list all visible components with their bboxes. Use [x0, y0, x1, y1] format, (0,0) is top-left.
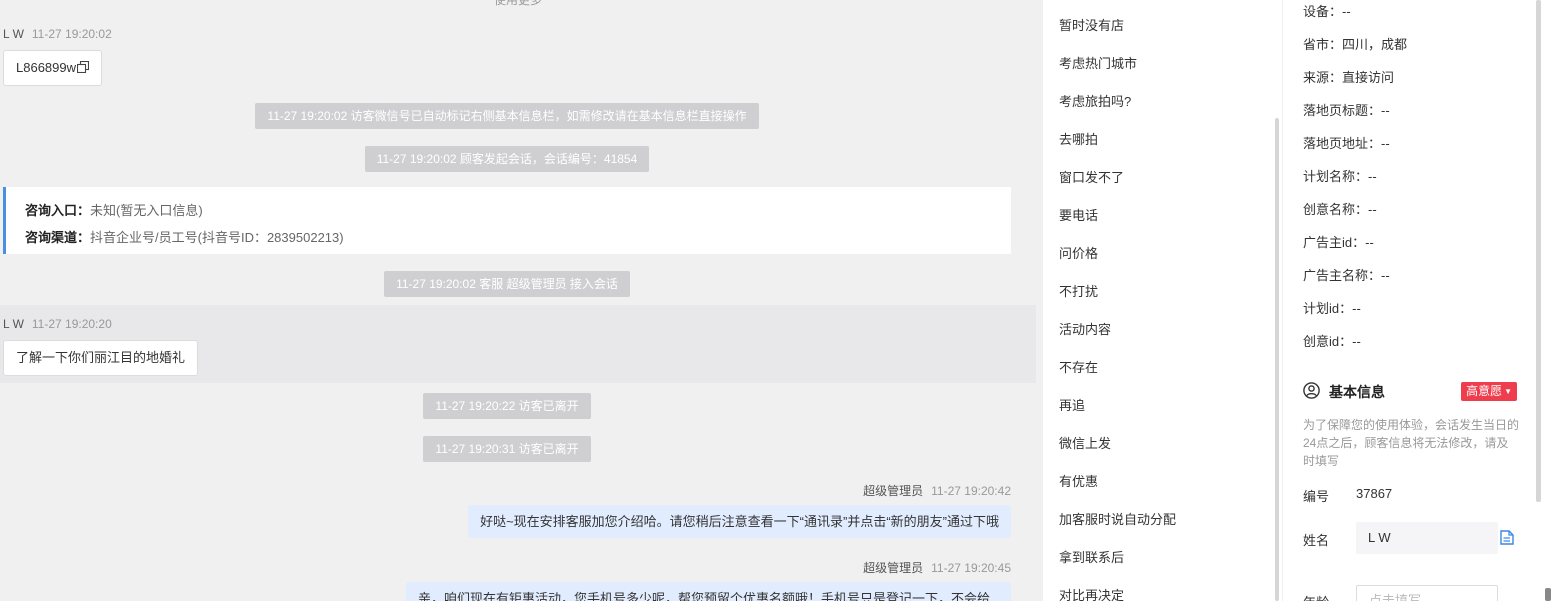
info-row-creative-name: 创意名称：-- [1303, 202, 1377, 217]
quick-reply-item[interactable]: 要电话 [1059, 205, 1098, 224]
id-value: 37867 [1356, 486, 1393, 501]
customer-info-panel: 设备：-- 省市：四川，成都 来源：直接访问 落地页标题：-- 落地页地址：--… [1283, 0, 1554, 601]
copy-icon[interactable] [77, 61, 89, 73]
info-row-landing-url: 落地页地址：-- [1303, 136, 1390, 151]
name-label: 姓名 [1303, 533, 1330, 548]
quick-reply-item[interactable]: 考虑旅拍吗? [1059, 91, 1131, 110]
info-row-landing-title: 落地页标题：-- [1303, 103, 1390, 118]
info-scrollbar[interactable] [1536, 0, 1541, 502]
info-row-source: 来源：直接访问 [1303, 70, 1395, 85]
message-text: 亲，咱们现在有钜惠活动，您手机号多少呢，帮您预留个优惠名额哦！手机号只是登记一下… [418, 591, 991, 601]
sender-name: 超级管理员 [863, 561, 924, 575]
age-field[interactable]: 点击填写 [1356, 585, 1498, 601]
quick-reply-item[interactable]: 不存在 [1059, 357, 1098, 376]
system-notice: 11-27 19:20:02 访客微信号已自动标记右侧基本信息栏，如需修改请在基… [0, 103, 1014, 129]
sender-name: L W [3, 317, 24, 331]
load-more-hint[interactable]: 使用更多 [0, 0, 1036, 8]
quick-reply-item[interactable]: 对比再决定 [1059, 585, 1124, 601]
basic-info-header: 基本信息 高意愿 ▼ [1303, 381, 1517, 401]
visitor-message[interactable]: L866899w [3, 50, 102, 86]
quick-reply-item[interactable]: 问价格 [1059, 243, 1098, 262]
quick-reply-item[interactable]: 考虑热门城市 [1059, 53, 1137, 72]
user-circle-icon [1303, 382, 1320, 399]
info-row-plan-id: 计划id：-- [1303, 301, 1361, 316]
message-meta: L W 11-27 19:20:20 [3, 317, 112, 331]
message-meta: 超级管理员 11-27 19:20:45 [863, 559, 1011, 576]
quick-reply-item[interactable]: 暂时没有店 [1059, 15, 1124, 34]
info-row-plan-name: 计划名称：-- [1303, 169, 1377, 184]
entry-info-card: 咨询入口：未知(暂无入口信息) 咨询渠道：抖音企业号/员工号(抖音号ID：283… [3, 187, 1011, 254]
message-meta: L W 11-27 19:20:02 [3, 27, 112, 41]
basic-info-title: 基本信息 [1329, 384, 1385, 400]
quick-reply-item[interactable]: 微信上发 [1059, 433, 1111, 452]
quick-reply-item[interactable]: 拿到联系后 [1059, 547, 1124, 566]
quick-reply-item[interactable]: 再追 [1059, 395, 1085, 414]
channel-row: 咨询渠道：抖音企业号/员工号(抖音号ID：2839502213) [25, 230, 344, 245]
age-label: 年龄 [1303, 592, 1329, 601]
message-text: 好哒~现在安排客服加您介绍哈。请您稍后注意查看一下“通讯录”并点击“新的朋友”通… [480, 514, 999, 529]
system-notice: 11-27 19:20:02 客服 超级管理员 接入会话 [0, 271, 1014, 297]
quick-reply-item[interactable]: 活动内容 [1059, 319, 1111, 338]
id-label: 编号 [1303, 489, 1330, 504]
message-time: 11-27 19:20:02 [31, 27, 112, 41]
info-row-advertiser-id: 广告主id：-- [1303, 235, 1374, 250]
caret-down-icon: ▼ [1504, 387, 1512, 396]
quick-reply-item[interactable]: 不打扰 [1059, 281, 1098, 300]
system-notice: 11-27 19:20:02 顾客发起会话，会话编号：41854 [0, 146, 1014, 172]
message-text: 了解一下你们丽江目的地婚礼 [16, 350, 186, 365]
document-icon[interactable] [1500, 530, 1514, 545]
message-time: 11-27 19:20:20 [31, 317, 112, 331]
info-row-creative-id: 创意id：-- [1303, 334, 1361, 349]
quick-reply-item[interactable]: 有优惠 [1059, 471, 1098, 490]
visitor-message[interactable]: 了解一下你们丽江目的地婚礼 [3, 340, 199, 376]
system-notice: 11-27 19:20:31 访客已离开 [0, 436, 1014, 462]
message-meta: 超级管理员 11-27 19:20:42 [863, 482, 1011, 499]
quick-reply-item[interactable]: 窗口发不了 [1059, 167, 1124, 186]
name-field[interactable]: L W [1356, 522, 1498, 554]
sender-name: 超级管理员 [863, 484, 924, 498]
chat-panel: 使用更多 L W 11-27 19:20:02 L866899w 11-27 19… [0, 0, 1036, 601]
quick-reply-item[interactable]: 加客服时说自动分配 [1059, 509, 1176, 528]
agent-message[interactable]: 好哒~现在安排客服加您介绍哈。请您稍后注意查看一下“通讯录”并点击“新的朋友”通… [468, 505, 1011, 538]
message-time: 11-27 19:20:45 [931, 561, 1011, 575]
quick-reply-item[interactable]: 去哪拍 [1059, 129, 1098, 148]
message-text: L866899w [16, 60, 76, 75]
agent-message[interactable]: 亲，咱们现在有钜惠活动，您手机号多少呢，帮您预留个优惠名额哦！手机号只是登记一下… [406, 582, 1011, 601]
message-time: 11-27 19:20:42 [931, 484, 1011, 498]
quick-reply-scrollbar[interactable] [1275, 118, 1279, 601]
page-scrollbar[interactable] [1545, 588, 1551, 601]
quick-reply-panel: 暂时没有店 考虑热门城市 考虑旅拍吗? 去哪拍 窗口发不了 要电话 问价格 不打… [1043, 0, 1282, 601]
intent-dropdown[interactable]: 高意愿 ▼ [1461, 382, 1517, 401]
entry-row: 咨询入口：未知(暂无入口信息) [25, 203, 203, 218]
info-row-advertiser-name: 广告主名称：-- [1303, 268, 1390, 283]
system-notice: 11-27 19:20:22 访客已离开 [0, 393, 1014, 419]
edit-notice: 为了保障您的使用体验，会话发生当日的24点之后，顾客信息将无法修改，请及时填写 [1303, 418, 1520, 468]
info-row-device: 设备：-- [1303, 4, 1351, 19]
sender-name: L W [3, 27, 24, 41]
info-row-region: 省市：四川，成都 [1303, 37, 1408, 52]
